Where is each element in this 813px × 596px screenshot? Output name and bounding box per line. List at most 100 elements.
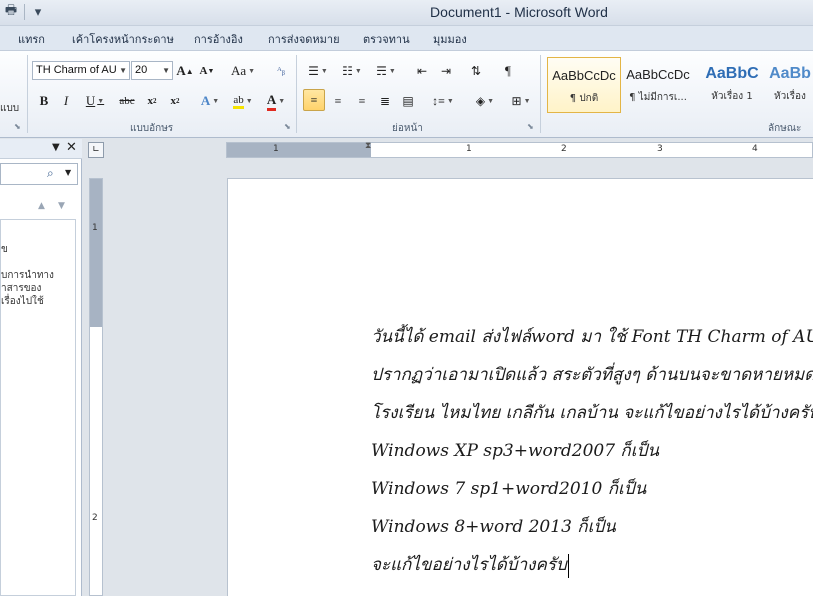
font-group-label: แบบอักษร	[130, 123, 174, 134]
document-line[interactable]: Windows 7 sp1+word2010 ก็เป็น	[371, 475, 646, 502]
style-sample: AaBbC	[705, 65, 759, 82]
strikethrough-button[interactable]: abc	[116, 91, 138, 111]
navigation-pane: ▼ ✕ ⌕ ▼ ▲ ▼ ข บการนำทาง าสารของ เรื่องไป…	[0, 139, 82, 596]
style-name: หัวเรื่อง 1	[711, 91, 753, 102]
numbering-button[interactable]: ☷ ▼	[338, 61, 366, 81]
paragraph-launcher-icon[interactable]: ⬊	[527, 122, 534, 131]
underline-button[interactable]: U ▼	[82, 91, 108, 111]
document-line[interactable]: โรงเรียน ไหมไทย เกลีกัน เกลบ้าน จะแก้ไขอ…	[371, 399, 813, 426]
next-result-icon[interactable]: ▼	[58, 201, 65, 211]
nav-pane-header: ▼ ✕	[0, 139, 82, 159]
align-center-button[interactable]: ≡	[328, 91, 348, 111]
chevron-down-icon[interactable]: ▼	[162, 62, 170, 79]
tab-selector-icon[interactable]: ∟	[88, 142, 104, 158]
styles-gallery: AaBbCcDc ¶ ปกติ AaBbCcDc ¶ ไม่มีการเ... …	[545, 55, 813, 113]
ruler-number: 4	[752, 144, 758, 154]
tab-insert[interactable]: แทรก	[18, 30, 45, 48]
align-left-button[interactable]: ≡	[303, 89, 325, 111]
clear-formatting-icon[interactable]: ᴬᵦ	[270, 61, 292, 81]
nav-results-panel: ข บการนำทาง าสารของ เรื่องไปใช้	[0, 219, 76, 596]
increase-indent-button[interactable]: ⇥	[436, 61, 456, 81]
document-line[interactable]: ปรากฏว่าเอามาเปิดแล้ว สระตัวที่สูงๆ ด้าน…	[371, 361, 813, 388]
bullets-button[interactable]: ☰ ▼	[304, 61, 332, 81]
font-size-value: 20	[135, 64, 148, 76]
ruler-margin	[90, 179, 102, 327]
ruler-number: 1	[92, 223, 98, 233]
change-case-button[interactable]: Aa ▼	[228, 61, 258, 81]
superscript-button[interactable]: x2	[166, 91, 184, 111]
document-line[interactable]: Windows XP sp3+word2007 ก็เป็น	[371, 437, 659, 464]
justify-button[interactable]: ≣	[375, 91, 395, 111]
chevron-down-icon[interactable]: ▼	[52, 142, 60, 153]
group-separator	[27, 55, 28, 133]
bold-button[interactable]: B	[36, 91, 52, 111]
clipboard-launcher-icon[interactable]: ⬊	[14, 122, 21, 131]
nav-search-input[interactable]: ⌕ ▼	[0, 163, 78, 185]
style-name: ¶ ปกติ	[569, 93, 599, 104]
tab-references[interactable]: การอ้างอิง	[194, 30, 243, 48]
show-formatting-button[interactable]: ¶	[498, 61, 518, 81]
ribbon: แบบ ⬊ TH Charm of AU ▼ 20 ▼ A ▲ A ▼ Aa ▼ ᴬᵦ…	[0, 50, 813, 138]
nav-text-line: ข	[1, 244, 8, 255]
style-sample: AaBbCcDc	[626, 67, 690, 82]
ruler-number: 1	[466, 144, 472, 154]
document-line: จะแก้ไขอย่างไรได้บ้างครับ	[371, 555, 567, 575]
shading-button[interactable]: ◈ ▼	[470, 91, 500, 111]
style-heading-2[interactable]: AaBb หัวเรื่อง	[767, 57, 813, 113]
highlight-button[interactable]: ab ▼	[228, 91, 258, 111]
font-name-box[interactable]: TH Charm of AU ▼	[32, 61, 130, 80]
clipboard-fragment: แบบ	[0, 103, 20, 114]
subscript-button[interactable]: x2	[143, 91, 161, 111]
group-separator	[296, 55, 297, 133]
ruler-number: 2	[92, 513, 98, 523]
grow-font-button[interactable]: A ▲	[176, 61, 194, 81]
decrease-indent-button[interactable]: ⇤	[412, 61, 432, 81]
ruler-number: 2	[561, 144, 567, 154]
chevron-down-icon[interactable]: ▼	[119, 62, 127, 79]
shrink-font-button[interactable]: A ▼	[198, 61, 216, 81]
document-last-line[interactable]: จะแก้ไขอย่างไรได้บ้างครับ	[371, 551, 569, 578]
nav-text-line: เรื่องไปใช้	[1, 296, 44, 307]
tab-view[interactable]: มุมมอง	[433, 30, 467, 48]
window-title: Document1 - Microsoft Word	[430, 4, 608, 20]
text-effects-button[interactable]: A ▼	[196, 91, 224, 111]
align-right-button[interactable]: ≡	[352, 91, 372, 111]
borders-button[interactable]: ⊞ ▼	[506, 91, 536, 111]
chevron-down-icon[interactable]: ▼	[65, 168, 71, 177]
italic-button[interactable]: I	[58, 91, 74, 111]
ruler-number: 1	[273, 144, 279, 154]
line-spacing-button[interactable]: ↕≡ ▼	[428, 91, 458, 111]
previous-result-icon[interactable]: ▲	[38, 201, 45, 211]
font-size-box[interactable]: 20 ▼	[131, 61, 173, 80]
font-name-value: TH Charm of AU	[36, 64, 117, 76]
style-heading-1[interactable]: AaBbC หัวเรื่อง 1	[695, 57, 769, 113]
horizontal-ruler[interactable]: 1 1 2 3 4 ⧗	[226, 141, 813, 158]
tab-page-layout[interactable]: เค้าโครงหน้ากระดาษ	[72, 30, 174, 48]
title-bar: 🖶 ▾ Document1 - Microsoft Word	[0, 0, 813, 26]
sort-button[interactable]: ⇅	[466, 61, 486, 81]
tab-mailings[interactable]: การส่งจดหมาย	[268, 30, 340, 48]
style-name: หัวเรื่อง	[774, 91, 806, 102]
document-line[interactable]: Windows 8+word 2013 ก็เป็น	[371, 513, 616, 540]
style-no-spacing[interactable]: AaBbCcDc ¶ ไม่มีการเ...	[621, 57, 695, 113]
ruler-number: 3	[657, 144, 663, 154]
distributed-button[interactable]: ▤	[398, 91, 418, 111]
font-color-button[interactable]: A ▼	[262, 91, 290, 111]
vertical-ruler[interactable]: 1 2	[89, 178, 103, 596]
font-launcher-icon[interactable]: ⬊	[284, 122, 291, 131]
style-name: ¶ ไม่มีการเ...	[629, 92, 687, 103]
style-normal[interactable]: AaBbCcDc ¶ ปกติ	[547, 57, 621, 113]
style-sample: AaBbCcDc	[552, 68, 616, 83]
style-sample: AaBb	[769, 65, 811, 82]
ruler-margin	[227, 143, 371, 157]
multilevel-list-button[interactable]: ☴ ▼	[372, 61, 400, 81]
tab-review[interactable]: ตรวจทาน	[363, 30, 410, 48]
indent-marker-icon[interactable]: ⧗	[365, 141, 371, 151]
close-icon[interactable]: ✕	[66, 140, 77, 155]
paragraph-group-label: ย่อหน้า	[392, 123, 423, 134]
ribbon-tabs: แทรก เค้าโครงหน้ากระดาษ การอ้างอิง การส่…	[0, 26, 813, 50]
search-icon[interactable]: ⌕	[47, 166, 54, 181]
document-line[interactable]: วันนี้ได้ email ส่งไฟล์word มา ใช้ Font …	[371, 323, 813, 350]
styles-group-label: ลักษณะ	[768, 123, 802, 134]
group-separator	[540, 55, 541, 133]
